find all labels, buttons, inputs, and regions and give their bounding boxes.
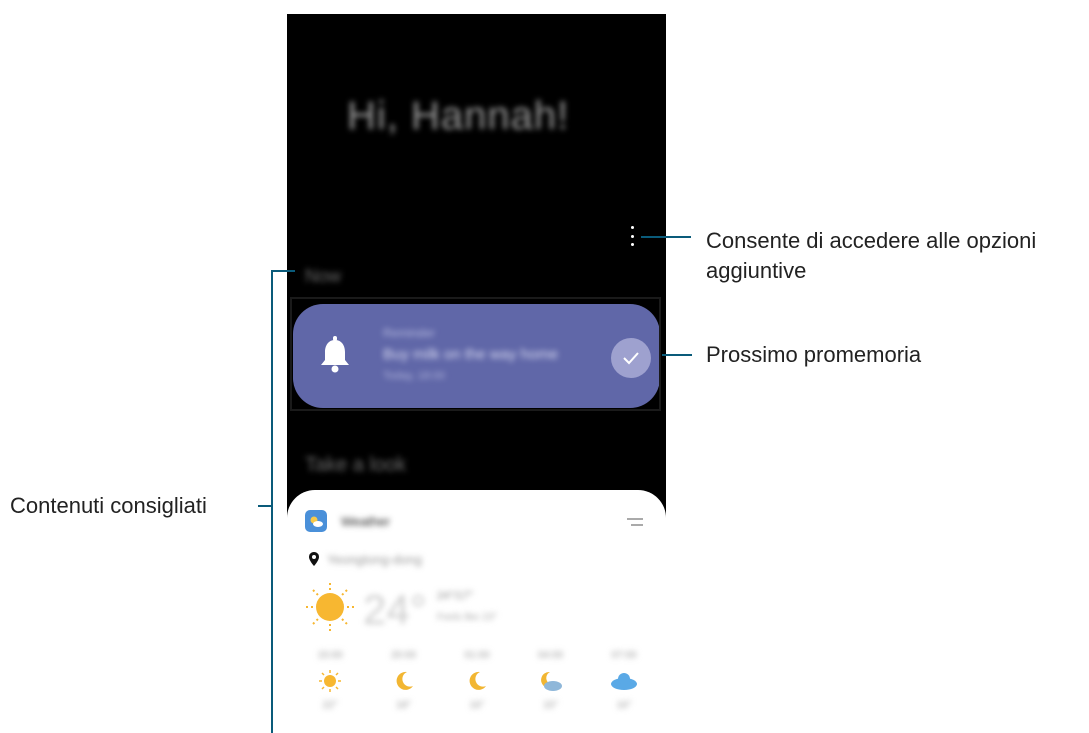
hourly-forecast: 15:00 22° 20:00 18° 01:00 16° 04:00 15° … <box>297 650 657 711</box>
greeting-text: Hi, Hannah! <box>347 94 570 138</box>
section-take-a-look-label: Take a look <box>305 454 407 476</box>
weather-card[interactable]: Weather Yeongtong-dong 24° 24°/17° Feels… <box>287 490 666 733</box>
cloud-icon <box>610 666 638 696</box>
section-now-label: Now <box>305 266 342 286</box>
weather-temperature: 24° <box>363 586 427 633</box>
content-callout-tick-left <box>258 505 271 507</box>
forecast-item: 01:00 16° <box>464 650 490 711</box>
options-annotation: Consente di accedere alle opzioni aggiun… <box>706 228 1037 283</box>
forecast-item: 04:00 15° <box>537 650 564 711</box>
sun-icon <box>306 583 354 631</box>
sun-icon <box>318 666 342 696</box>
location-pin-icon <box>309 552 319 566</box>
weather-feels-like: Feels like 23° <box>437 612 498 623</box>
moon-icon <box>393 666 415 696</box>
weather-app-icon <box>305 510 327 532</box>
options-callout-line <box>641 236 691 238</box>
forecast-item: 07:00 16° <box>610 650 638 711</box>
reminder-annotation: Prossimo promemoria <box>706 342 922 367</box>
more-options-icon[interactable] <box>627 226 637 246</box>
moon-icon <box>466 666 488 696</box>
weather-hi-lo: 24°/17° <box>437 590 474 602</box>
content-annotation: Contenuti consigliati <box>10 493 207 518</box>
weather-title: Weather <box>341 514 390 529</box>
content-callout-line <box>271 270 273 733</box>
reminder-highlight-frame <box>290 297 661 411</box>
reminder-callout-line <box>662 354 692 356</box>
weather-location: Yeongtong-dong <box>327 552 422 567</box>
content-callout-tick-top <box>271 270 295 272</box>
drag-handle-icon[interactable] <box>627 518 643 530</box>
forecast-item: 15:00 22° <box>317 650 343 711</box>
forecast-item: 20:00 18° <box>390 650 417 711</box>
moon-cloud-icon <box>538 666 564 696</box>
